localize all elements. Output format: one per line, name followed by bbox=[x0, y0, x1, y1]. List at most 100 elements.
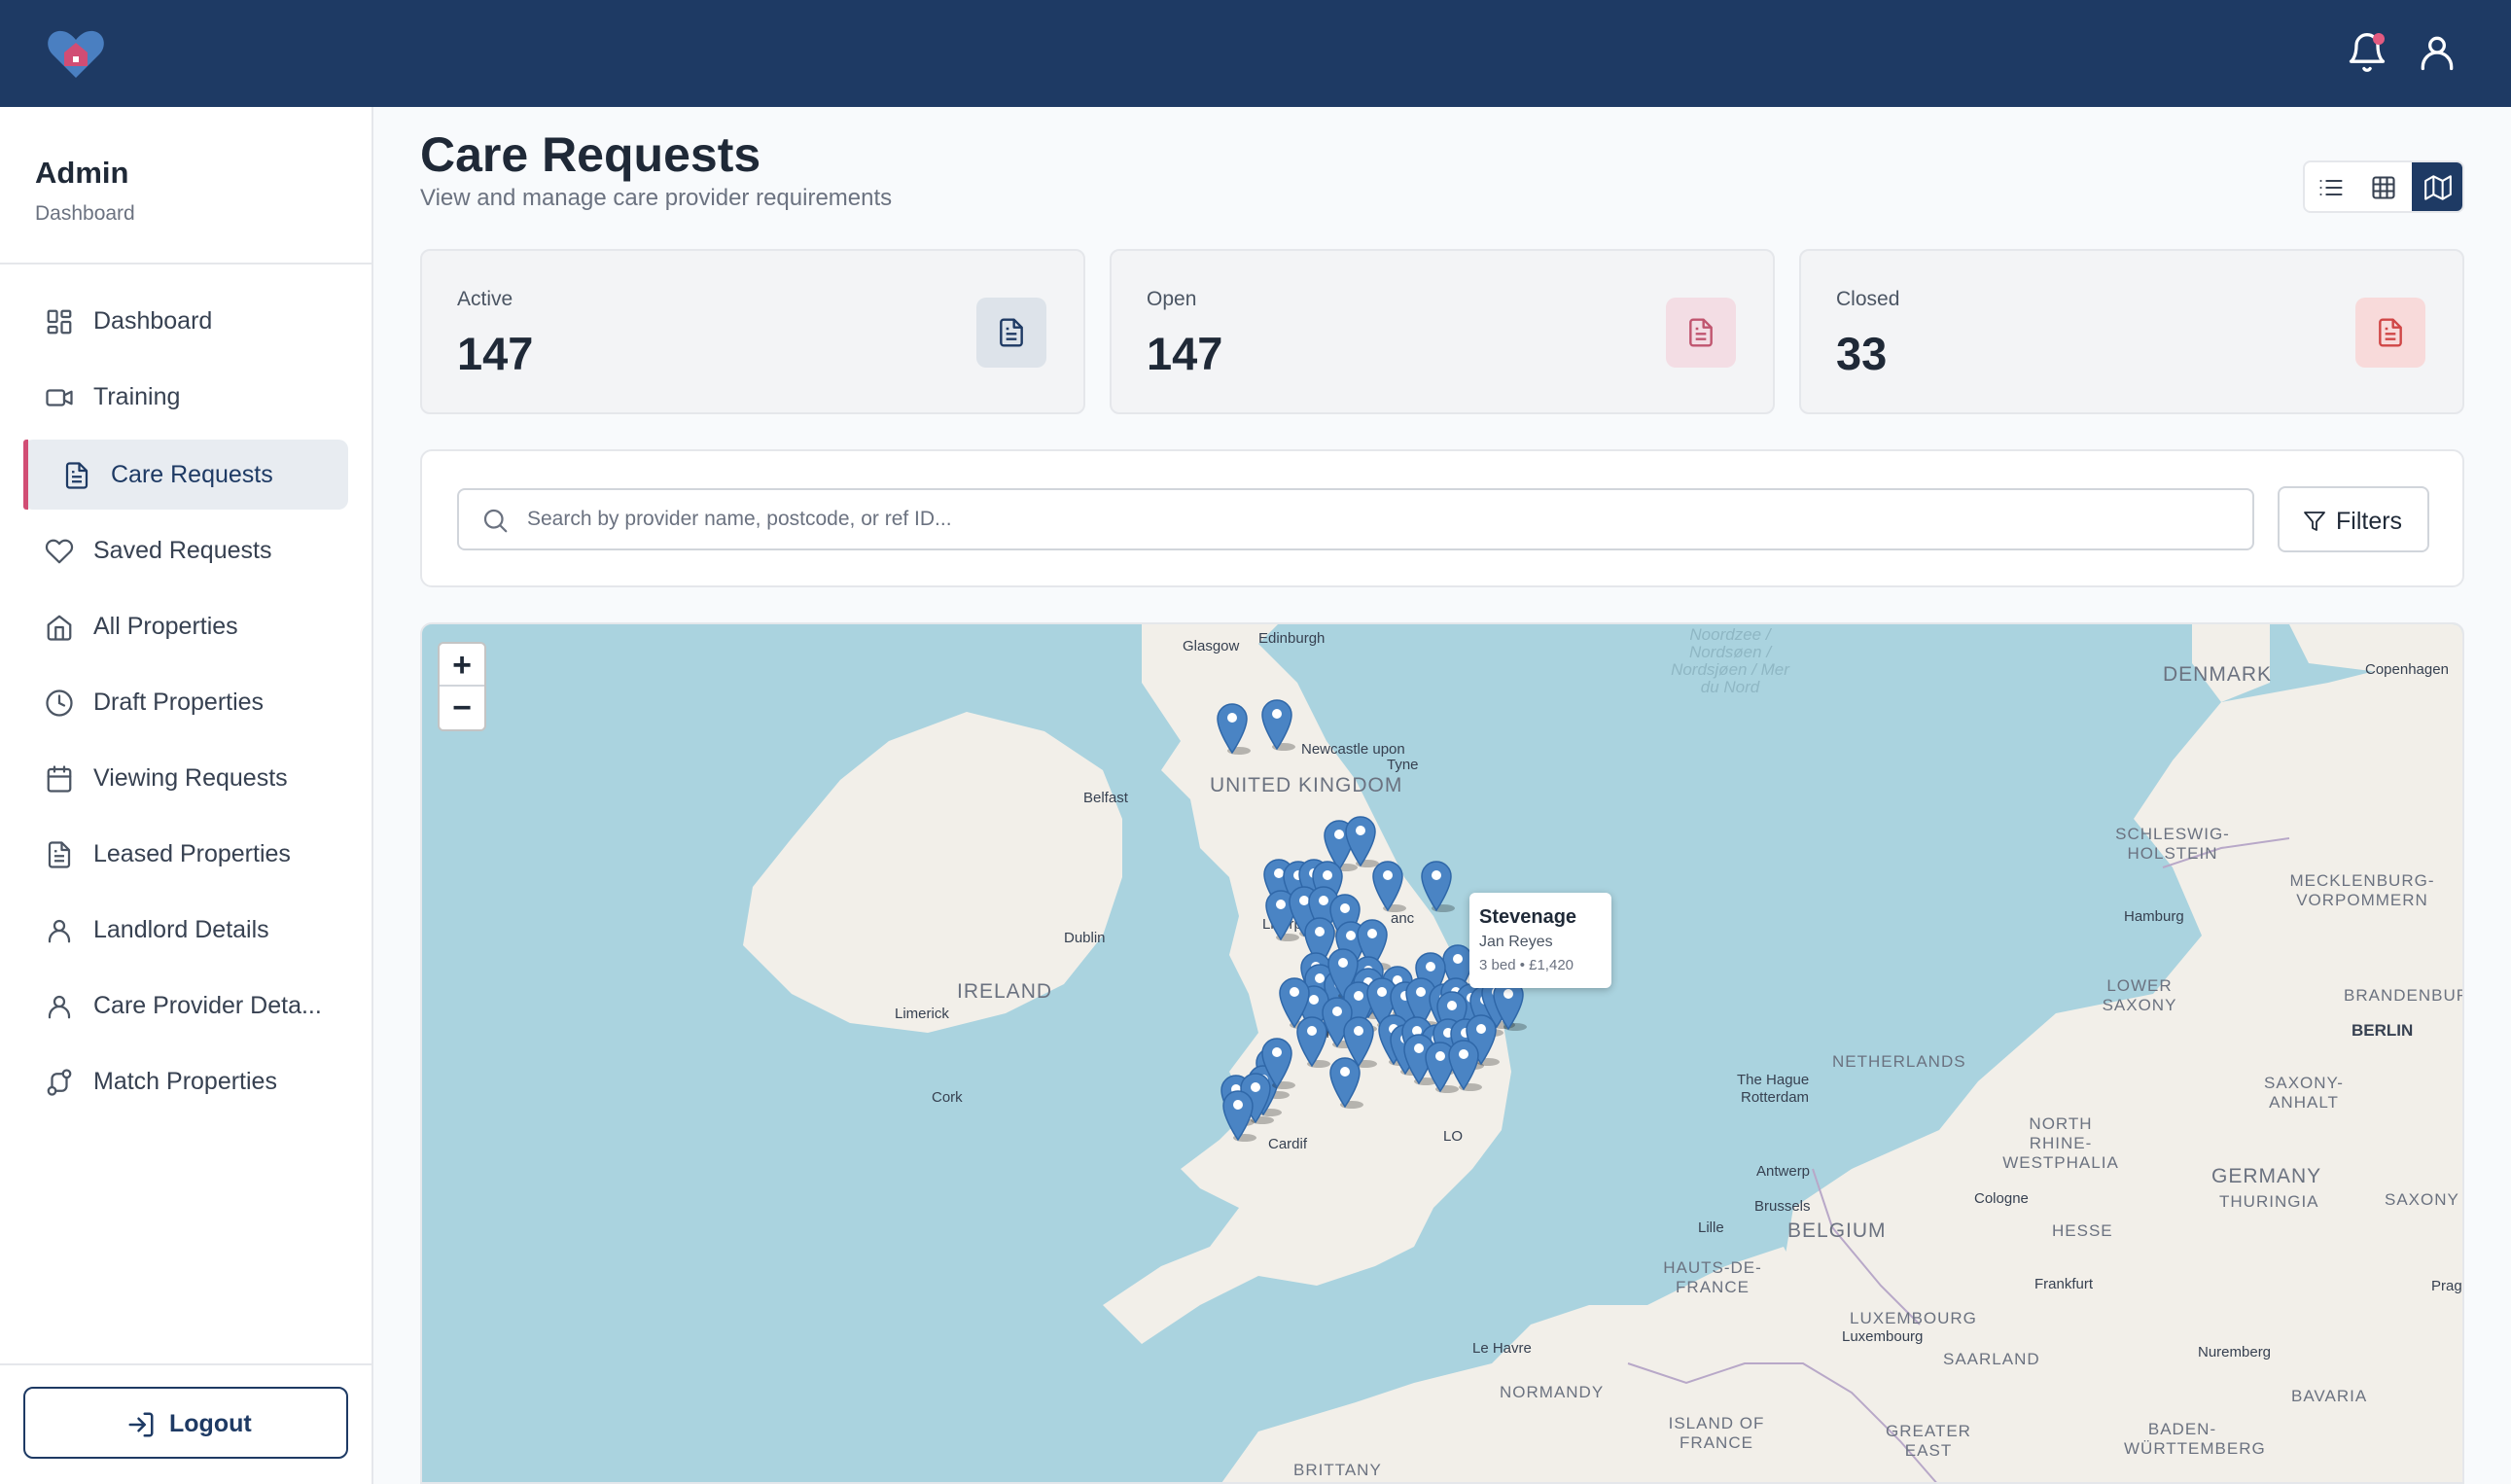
map-label-saxony: SAXONY bbox=[2385, 1190, 2459, 1209]
map-marker-pin[interactable] bbox=[1220, 1087, 1256, 1142]
sidebar-item-training[interactable]: Training bbox=[23, 362, 348, 432]
sidebar-item-label: Training bbox=[93, 383, 181, 410]
map-label-antwerp: Antwerp bbox=[1756, 1163, 1811, 1180]
map-label-nrw: NORTH RHINE-WESTPHALIA bbox=[2002, 1114, 2119, 1172]
clock-icon bbox=[46, 689, 73, 717]
sidebar-subtitle: Dashboard bbox=[35, 202, 135, 225]
sidebar-item-viewing-requests[interactable]: Viewing Requests bbox=[23, 743, 348, 813]
map-label-schleswig: SCHLESWIG-HOLSTEIN bbox=[2115, 825, 2230, 863]
map-label-frankfurt: Frankfurt bbox=[2034, 1276, 2094, 1292]
user-icon[interactable] bbox=[2416, 31, 2458, 74]
top-bar bbox=[0, 0, 2511, 107]
map-label-lille: Lille bbox=[1698, 1219, 1724, 1236]
map-marker-pin[interactable] bbox=[1326, 1054, 1363, 1109]
map-label-limerick: Limerick bbox=[895, 1006, 949, 1022]
stat-card-open: Open 147 bbox=[1110, 249, 1775, 414]
zoom-out-button[interactable]: − bbox=[440, 687, 484, 729]
heart-house-icon[interactable] bbox=[45, 27, 107, 82]
logout-button[interactable]: Logout bbox=[23, 1387, 348, 1459]
grid-view-button[interactable] bbox=[2357, 162, 2410, 211]
sidebar-item-label: Leased Properties bbox=[93, 840, 291, 867]
search-box bbox=[457, 488, 2254, 550]
page-title: Care Requests bbox=[420, 127, 761, 182]
sidebar-item-landlord-details[interactable]: Landlord Details bbox=[23, 895, 348, 965]
map-label-dublin: Dublin bbox=[1064, 930, 1106, 946]
map-view-button[interactable] bbox=[2412, 162, 2462, 211]
route-icon bbox=[47, 1069, 72, 1096]
sidebar-item-dashboard[interactable]: Dashboard bbox=[23, 286, 348, 356]
stat-label: Closed bbox=[1836, 288, 1900, 310]
sidebar-item-match-properties[interactable]: Match Properties bbox=[23, 1046, 348, 1116]
map-label-ireland: IRELAND bbox=[957, 980, 1053, 1003]
map-marker-pin[interactable] bbox=[1369, 858, 1406, 912]
sidebar-item-label: All Properties bbox=[93, 613, 238, 640]
map-label-luxembourg-city: Luxembourg bbox=[1842, 1328, 1924, 1345]
document-icon bbox=[48, 841, 71, 868]
sidebar-item-saved-requests[interactable]: Saved Requests bbox=[23, 515, 348, 585]
sidebar-item-care-provider-details[interactable]: Care Provider Deta... bbox=[23, 971, 348, 1041]
map-label-newcastle: Newcastle upon bbox=[1301, 741, 1405, 758]
document-icon bbox=[65, 462, 88, 489]
stat-icon-box bbox=[1666, 298, 1736, 368]
map-label-saxony-anhalt: SAXONY-ANHALT bbox=[2264, 1074, 2344, 1112]
search-input[interactable] bbox=[527, 500, 2239, 539]
map-marker-pin[interactable] bbox=[1445, 1037, 1482, 1091]
user-icon bbox=[48, 995, 71, 1019]
sidebar-item-leased-properties[interactable]: Leased Properties bbox=[23, 819, 348, 889]
map-label-cardiff: Cardif bbox=[1268, 1136, 1308, 1152]
map-label-saarland: SAARLAND bbox=[1943, 1350, 2040, 1368]
filters-button[interactable]: Filters bbox=[2278, 486, 2429, 552]
home-icon bbox=[47, 615, 72, 641]
stat-card-closed: Closed 33 bbox=[1799, 249, 2464, 414]
sidebar-item-label: Saved Requests bbox=[93, 537, 272, 564]
document-icon bbox=[1000, 318, 1023, 347]
map-label-lower-saxony: LOWER SAXONY bbox=[2102, 976, 2177, 1014]
sidebar-item-label: Dashboard bbox=[93, 307, 213, 335]
heart-icon bbox=[45, 539, 74, 564]
sidebar-item-draft-properties[interactable]: Draft Properties bbox=[23, 667, 348, 737]
grid-icon bbox=[47, 309, 72, 335]
sidebar-item-label: Viewing Requests bbox=[93, 764, 288, 792]
map-label-normandy: NORMANDY bbox=[1500, 1383, 1605, 1401]
map-label-belfast: Belfast bbox=[1083, 790, 1128, 806]
map-label-thuringia: THURINGIA bbox=[2219, 1192, 2319, 1211]
map-label-nuremberg: Nuremberg bbox=[2198, 1344, 2272, 1360]
map-label-berlin: BERLIN bbox=[2352, 1021, 2414, 1040]
map-label-edinburgh: Edinburgh bbox=[1258, 630, 1326, 647]
zoom-in-button[interactable]: + bbox=[440, 644, 484, 687]
sidebar-item-all-properties[interactable]: All Properties bbox=[23, 591, 348, 661]
map-label-bavaria: BAVARIA bbox=[2291, 1387, 2368, 1405]
video-icon bbox=[46, 389, 73, 406]
map-label-luxembourg: LUXEMBOURG bbox=[1850, 1309, 1977, 1327]
document-icon bbox=[2379, 318, 2402, 347]
map-label-glasgow: Glasgow bbox=[1183, 638, 1240, 654]
sidebar-item-label: Care Provider Deta... bbox=[93, 992, 322, 1019]
stat-value: 33 bbox=[1836, 328, 1888, 379]
map-marker-pin[interactable] bbox=[1214, 700, 1251, 755]
sidebar-item-care-requests[interactable]: Care Requests bbox=[23, 440, 348, 510]
map-label-greater-east: GREATER EAST bbox=[1886, 1422, 1971, 1460]
map-label-north-sea: Noordzee / Nordsøen / Nordsjøen / Mer du… bbox=[1671, 625, 1789, 696]
sidebar-item-label: Landlord Details bbox=[93, 916, 269, 943]
stat-icon-box bbox=[976, 298, 1046, 368]
map-marker-pin[interactable] bbox=[1258, 696, 1295, 751]
map-label-denmark: DENMARK bbox=[2163, 663, 2273, 686]
map-label-belgium: BELGIUM bbox=[1787, 1219, 1887, 1242]
sidebar-item-label: Match Properties bbox=[93, 1068, 277, 1095]
stat-card-active: Active 147 bbox=[420, 249, 1085, 414]
filter-icon bbox=[2304, 512, 2325, 531]
sidebar-item-label: Care Requests bbox=[111, 461, 273, 488]
map-label-prague: Prag bbox=[2431, 1278, 2462, 1294]
user-icon bbox=[48, 919, 71, 943]
map-label-london: LO bbox=[1443, 1128, 1464, 1145]
sidebar-title: Admin bbox=[35, 156, 129, 190]
map-label-rotterdam: Rotterdam bbox=[1741, 1089, 1810, 1106]
map-marker-pin[interactable] bbox=[1293, 1013, 1330, 1068]
popup-name: Jan Reyes bbox=[1479, 934, 1553, 950]
map-marker-pin[interactable] bbox=[1418, 858, 1455, 912]
map-label-hamburg: Hamburg bbox=[2124, 908, 2184, 925]
map-view[interactable]: + − Glasgow Edinburgh Newcastle upon Tyn… bbox=[420, 622, 2464, 1484]
list-view-button[interactable] bbox=[2305, 162, 2357, 211]
map-label-mecklenburg: MECKLENBURG-VORPOMMERN bbox=[2289, 871, 2435, 909]
document-icon bbox=[1689, 318, 1713, 347]
